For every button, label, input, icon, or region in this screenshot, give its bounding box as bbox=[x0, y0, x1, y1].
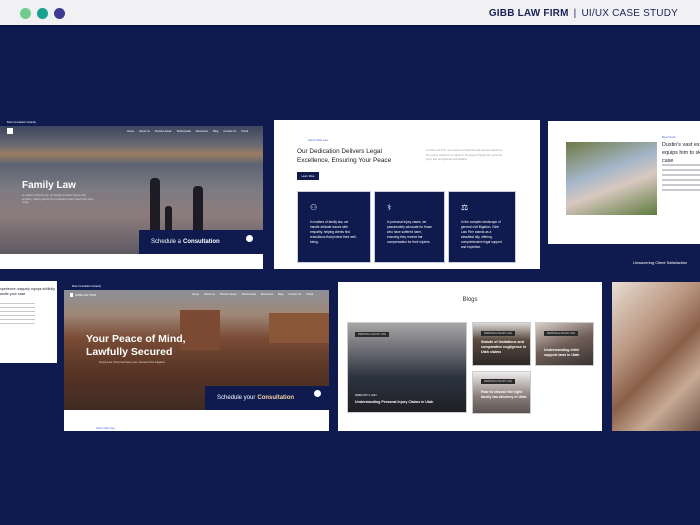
category-tag: PERSONAL INJURY LAW bbox=[544, 331, 578, 336]
testimonials-caption: Unwavering Client Satisfaction bbox=[633, 260, 688, 265]
butte bbox=[269, 313, 329, 343]
nav-item[interactable]: Testimonials bbox=[176, 130, 190, 133]
section-heading: experience uniquely equips skillfully ha… bbox=[0, 287, 55, 296]
hero-desc: In matters of family law, we handle sens… bbox=[22, 194, 94, 205]
post-title: Statute of limitations and comparative n… bbox=[481, 340, 527, 354]
schedule-consultation-button[interactable]: Schedule a Consultation bbox=[139, 230, 263, 254]
nav-item[interactable]: Testimonials bbox=[241, 293, 255, 296]
arrow-icon bbox=[314, 390, 321, 397]
purple-dot-icon bbox=[54, 8, 65, 19]
scales-icon: ⚖ bbox=[461, 203, 469, 212]
brand-name: GIBB LAW FIRM bbox=[488, 8, 569, 19]
hero-title: Lawfully Secured bbox=[86, 346, 173, 358]
blog-card[interactable]: PERSONAL INJURY LAW FEBRUARY 5, 2024 Und… bbox=[347, 322, 467, 413]
nav-item[interactable]: Practice Areas bbox=[220, 293, 237, 296]
partial-about-mockup: experience uniquely equips skillfully ha… bbox=[0, 281, 57, 363]
hero-title: Family Law bbox=[22, 180, 76, 191]
post-date: FEBRUARY 5, 2024 bbox=[355, 394, 377, 397]
nav-item[interactable]: Home bbox=[127, 130, 134, 133]
nav-item[interactable]: Practice Areas bbox=[155, 130, 172, 133]
category-tag: PERSONAL INJURY LAW bbox=[481, 379, 515, 384]
nav-item[interactable]: Blog bbox=[213, 130, 218, 133]
nav-item[interactable]: About Us bbox=[139, 130, 150, 133]
logo bbox=[7, 128, 13, 134]
learn-more-button[interactable]: Learn More bbox=[297, 172, 319, 180]
blog-card[interactable]: PERSONAL INJURY LAW Understanding child … bbox=[535, 322, 594, 366]
case-study-header: GIBB LAW FIRM | UI/UX CASE STUDY bbox=[0, 0, 700, 27]
schedule-consultation-button[interactable]: Schedule your Consultation bbox=[205, 386, 329, 410]
home-hero-mockup: Book Consultation Instantly GIBB LAW FIR… bbox=[64, 284, 329, 431]
about-mockup: About Gibb Law Our Dedication Delivers L… bbox=[274, 120, 540, 269]
family-photo bbox=[566, 142, 657, 215]
nav-item[interactable]: Contact Us bbox=[223, 130, 236, 133]
eyebrow: About Gibb Law bbox=[308, 138, 328, 142]
green-dot-icon bbox=[20, 8, 31, 19]
eyebrow: Meet Dustin bbox=[662, 136, 676, 139]
hero-title: Your Peace of Mind, bbox=[86, 333, 186, 345]
nav-item[interactable]: Contact Us bbox=[288, 293, 301, 296]
post-title: How to choose the right family law attor… bbox=[481, 390, 527, 399]
practice-card[interactable]: ⚖ In the complex landscape of general civ… bbox=[448, 191, 516, 263]
nav-item[interactable]: Blog bbox=[278, 293, 283, 296]
section-heading: Dustin's vast experience uniquely equips… bbox=[662, 142, 700, 164]
post-title: Understanding child support laws in Utah bbox=[544, 348, 580, 357]
hero-subtitle: Family Law | Personal Injury Law | Gener… bbox=[99, 361, 166, 364]
blogs-mockup: Blogs PERSONAL INJURY LAW FEBRUARY 5, 20… bbox=[338, 282, 602, 431]
category-tag: PERSONAL INJURY LAW bbox=[481, 331, 515, 336]
section-heading: Our Dedication Delivers Legal Excellence… bbox=[297, 148, 392, 164]
nav-item[interactable]: Resources bbox=[196, 130, 208, 133]
hands-photo bbox=[612, 282, 700, 431]
top-notice: Book Consultation Instantly bbox=[7, 121, 36, 124]
family-law-mockup: Book Consultation Instantly Home About Us… bbox=[0, 120, 263, 269]
brand-subtitle: UI/UX CASE STUDY bbox=[581, 8, 678, 19]
butte bbox=[180, 310, 220, 350]
teal-dot-icon bbox=[37, 8, 48, 19]
nav-item[interactable]: Portal bbox=[241, 130, 248, 133]
top-notice: Book Consultation Instantly bbox=[72, 285, 101, 288]
nav-item[interactable]: Portal bbox=[306, 293, 313, 296]
practice-card[interactable]: ⚕ In personal injury cases, we passionate… bbox=[374, 191, 445, 263]
post-title: Understanding Personal Injury Claims in … bbox=[355, 400, 434, 404]
eyebrow: About Gibb Law bbox=[96, 427, 115, 430]
silhouette bbox=[150, 178, 160, 238]
brand-title: GIBB LAW FIRM | UI/UX CASE STUDY bbox=[488, 8, 678, 19]
nav-item[interactable]: Resources bbox=[261, 293, 273, 296]
blog-card[interactable]: PERSONAL INJURY LAW How to choose the ri… bbox=[472, 371, 531, 414]
category-tag: PERSONAL INJURY LAW bbox=[355, 332, 389, 337]
family-icon: ⚇ bbox=[310, 203, 318, 212]
blog-card[interactable]: PERSONAL INJURY LAW Statute of limitatio… bbox=[472, 322, 531, 366]
blogs-title: Blogs bbox=[462, 297, 478, 303]
injury-icon: ⚕ bbox=[387, 203, 392, 212]
dustin-mockup: Meet Dustin Dustin's vast experience uni… bbox=[548, 121, 700, 244]
nav-item[interactable]: About Us bbox=[204, 293, 215, 296]
intro-text: At Gibb Law Firm, we provide exceptional… bbox=[426, 149, 503, 161]
arrow-icon bbox=[246, 235, 253, 242]
nav-item[interactable]: Home bbox=[192, 293, 199, 296]
nav-menu: Home About Us Practice Areas Testimonials Re… bbox=[192, 293, 313, 296]
logo: GIBB LAW FIRM bbox=[70, 293, 96, 297]
nav-menu: Home About Us Practice Areas Testimonials Re… bbox=[127, 130, 248, 133]
practice-card[interactable]: ⚇ In matters of family law, we handle del… bbox=[297, 191, 371, 263]
